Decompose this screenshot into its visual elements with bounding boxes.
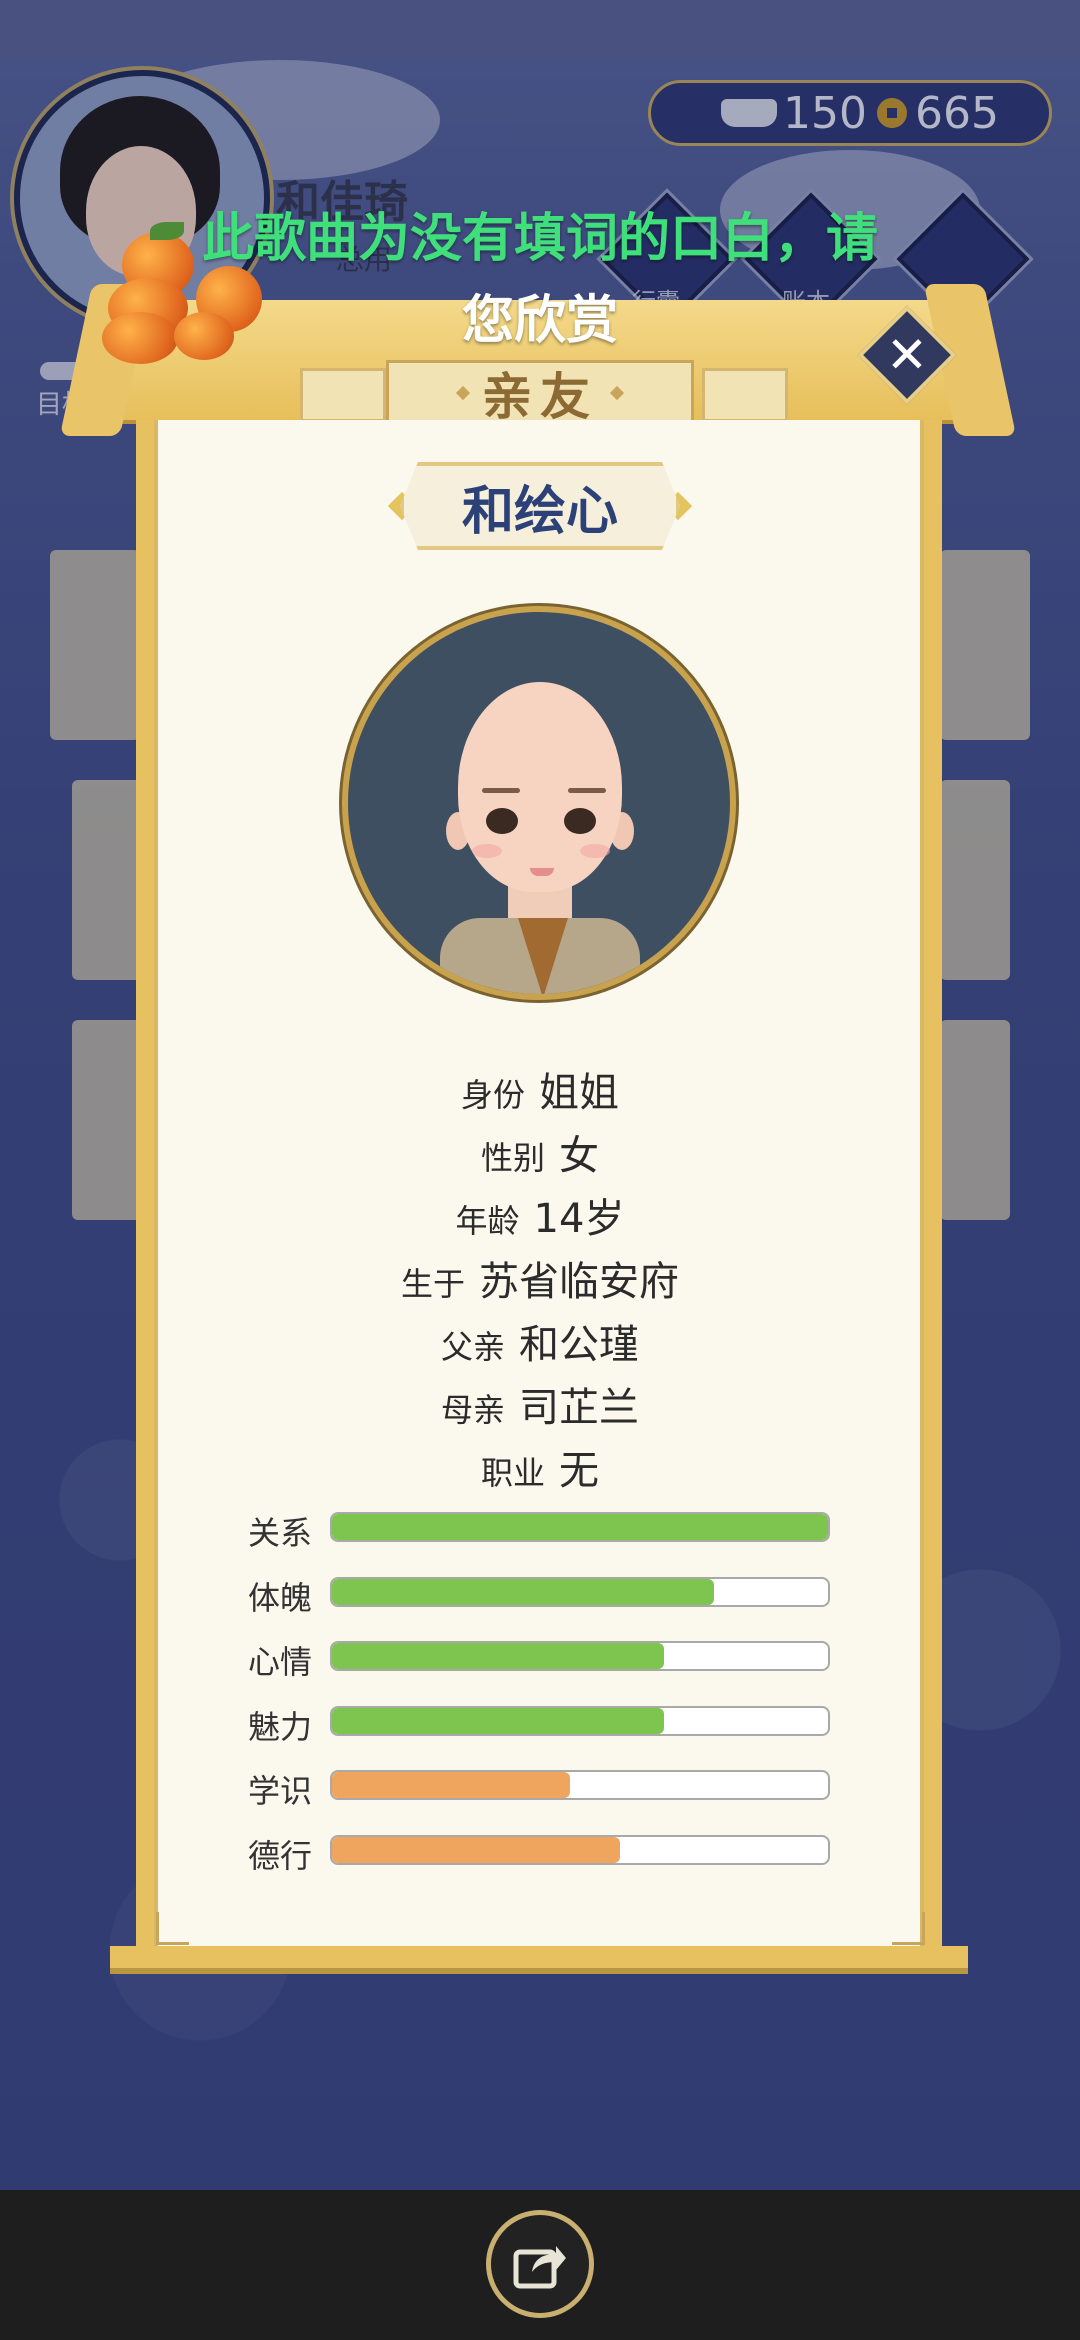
info-key: 身份 <box>460 1076 525 1114</box>
corner-ornament <box>892 1912 925 1945</box>
stat-bar <box>330 1770 830 1800</box>
stat-bar-fill <box>332 1836 620 1863</box>
stat-bar <box>330 1576 830 1607</box>
stat-label: 关系 <box>248 1514 313 1552</box>
scroll-bottom-roll <box>110 1946 968 1968</box>
stat-label: 德行 <box>248 1836 313 1875</box>
info-key: 年龄 <box>455 1202 520 1240</box>
info-value: 姐姐 <box>539 1070 619 1116</box>
share-button[interactable] <box>486 2210 594 2318</box>
corner-ornament <box>156 1912 189 1945</box>
stat-bar <box>330 1705 830 1736</box>
info-key: 职业 <box>480 1454 545 1492</box>
person-name: 和绘心 <box>461 481 618 542</box>
title-side-plate <box>702 368 788 422</box>
info-value: 无 <box>559 1448 599 1494</box>
lyric-line-1: 此歌曲为没有填词的口白，请 <box>201 209 878 269</box>
info-key: 生于 <box>400 1265 465 1303</box>
info-value: 女 <box>559 1133 599 1179</box>
title-side-plate <box>300 368 386 422</box>
stat-bar-fill <box>332 1643 665 1669</box>
info-value: 苏省临安府 <box>479 1259 679 1305</box>
stat-label: 魅力 <box>248 1707 313 1746</box>
info-row-occupation: 职业无 <box>0 1438 1080 1496</box>
info-row-identity: 身份 姐姐 <box>0 1060 1080 1118</box>
stat-label: 体魄 <box>248 1578 313 1617</box>
stat-bar-fill <box>332 1772 571 1798</box>
info-row-father: 父亲 和公瑾 <box>0 1312 1080 1370</box>
lyric-line-2: 您欣赏 <box>461 291 618 351</box>
person-portrait <box>342 606 736 1000</box>
person-name-plate: 和绘心 <box>400 462 680 550</box>
info-row-gender: 性别女 <box>0 1123 1080 1181</box>
info-key: 母亲 <box>440 1391 505 1429</box>
stat-label: 学识 <box>248 1772 313 1810</box>
dialog-title-plate: 亲友 <box>386 360 694 426</box>
stat-bar <box>330 1641 830 1671</box>
stat-label: 心情 <box>248 1643 313 1681</box>
stat-bar <box>330 1512 830 1542</box>
info-value: 和公瑾 <box>519 1322 639 1368</box>
stat-bar-fill <box>332 1707 665 1734</box>
info-row-age: 年龄 14岁 <box>0 1186 1080 1244</box>
info-row-birthplace: 生于 苏省临安府 <box>0 1249 1080 1307</box>
stat-bar <box>330 1834 830 1865</box>
info-key: 性别 <box>480 1139 545 1177</box>
stat-bar-fill <box>332 1578 714 1605</box>
share-icon <box>513 2246 566 2289</box>
info-key: 父亲 <box>440 1328 505 1366</box>
info-value: 司芷兰 <box>519 1385 639 1431</box>
info-row-mother: 母亲 司芷兰 <box>0 1375 1080 1433</box>
stat-bar-fill <box>332 1514 828 1540</box>
info-value: 14岁 <box>533 1196 625 1242</box>
dialog-title: 亲友 <box>482 368 598 426</box>
